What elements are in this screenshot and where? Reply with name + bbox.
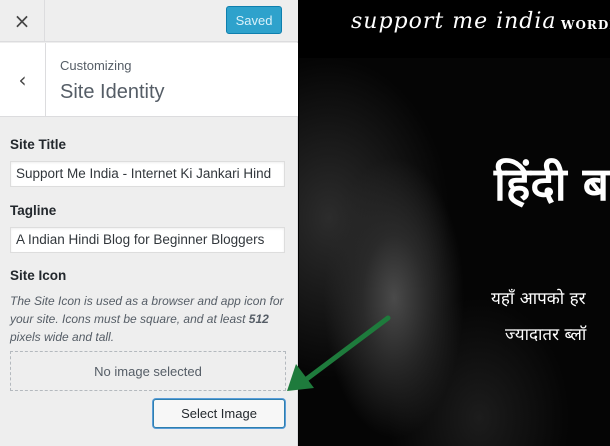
site-icon-label: Site Icon xyxy=(10,268,67,283)
site-title-label: Site Title xyxy=(10,137,67,152)
site-preview[interactable]: support me india WORDPI हिंदी ब यहाँ आपक… xyxy=(299,0,610,446)
image-placeholder[interactable]: No image selected xyxy=(10,351,286,391)
tagline-label: Tagline xyxy=(10,203,57,218)
close-icon[interactable]: × xyxy=(0,0,45,42)
hero-background-image xyxy=(299,58,610,446)
hero-title: हिंदी ब xyxy=(494,157,609,211)
tagline-input[interactable]: A Indian Hindi Blog for Beginner Blogger… xyxy=(10,227,285,253)
site-icon-description: The Site Icon is used as a browser and a… xyxy=(10,292,288,346)
hero-text-line: ज्यादातर ब्लॉ xyxy=(505,325,587,345)
saved-button[interactable]: Saved xyxy=(226,6,282,34)
site-icon-desc-size: 512 xyxy=(248,312,269,326)
customizer-panel: × Saved ‹ Customizing Site Identity Site… xyxy=(0,0,298,446)
hero-text-line: यहाँ आपको हर xyxy=(491,289,586,309)
site-icon-desc-part2: pixels wide and tall. xyxy=(10,330,115,344)
section-title: Site Identity xyxy=(60,81,165,103)
site-logo[interactable]: support me india xyxy=(351,9,557,34)
section-header: ‹ Customizing Site Identity xyxy=(0,43,298,117)
back-arrow-icon[interactable]: ‹ xyxy=(0,43,46,117)
nav-item[interactable]: WORDPI xyxy=(561,18,610,32)
site-icon-desc-part1: The Site Icon is used as a browser and a… xyxy=(10,294,284,326)
select-image-button[interactable]: Select Image xyxy=(153,399,285,428)
customizer-header: × Saved xyxy=(0,0,298,42)
site-title-input[interactable]: Support Me India - Internet Ki Jankari H… xyxy=(10,161,285,187)
breadcrumb: Customizing xyxy=(60,58,132,73)
